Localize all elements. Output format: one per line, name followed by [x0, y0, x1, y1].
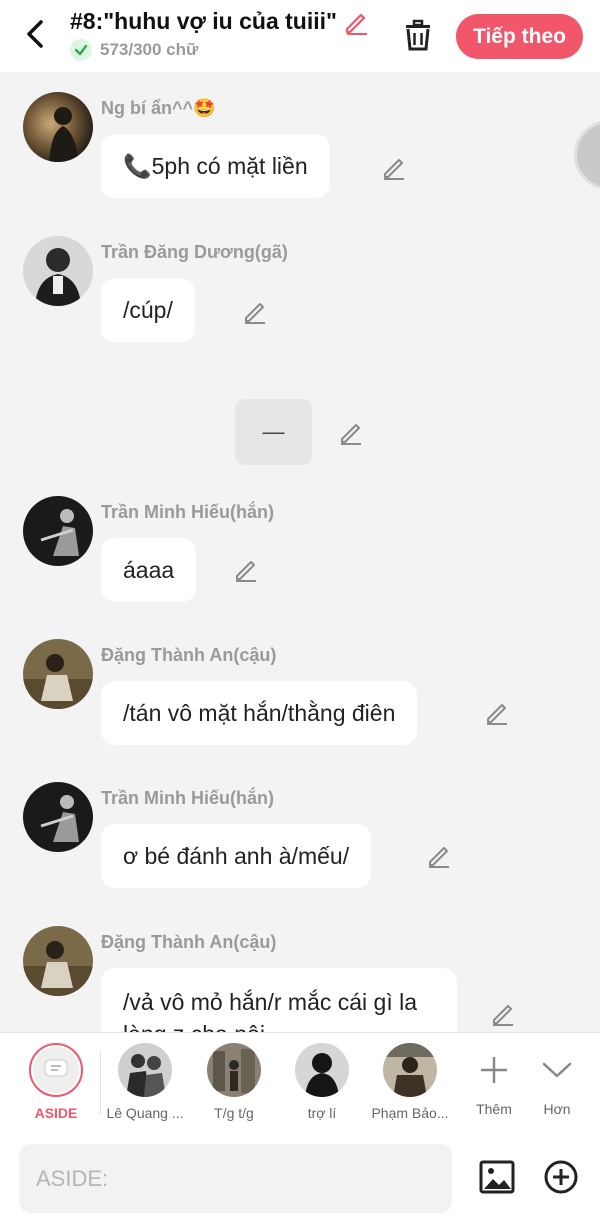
image-icon[interactable]: [479, 1160, 515, 1194]
character-le-quang[interactable]: Lê Quang ...: [102, 1043, 188, 1121]
character-label: trợ lí: [307, 1105, 337, 1121]
plus-icon: [467, 1043, 521, 1097]
character-label: Phạm Bảo...: [371, 1105, 449, 1121]
expand-label: Hơn: [543, 1101, 571, 1117]
avatar-duong[interactable]: [23, 236, 93, 306]
word-count: 573/300 chữ: [100, 40, 199, 59]
title-block: #8:"huhu vợ iu của tuiii" 573/300 chữ: [70, 8, 380, 61]
chevron-down-icon: [530, 1043, 584, 1097]
character-bar: ASIDE Lê Quang ... T/g t/g trợ lí Phạm B…: [0, 1032, 600, 1135]
avatar-an[interactable]: [23, 926, 93, 996]
divider: [100, 1051, 101, 1115]
edit-message-icon[interactable]: [242, 298, 268, 324]
edit-message-icon[interactable]: [233, 556, 259, 582]
expand-button[interactable]: Hơn: [514, 1043, 600, 1117]
avatar-hieu[interactable]: [23, 782, 93, 852]
header-bar: #8:"huhu vợ iu của tuiii" 573/300 chữ Ti…: [0, 0, 600, 72]
chapter-title: #8:"huhu vợ iu của tuiii": [70, 8, 337, 34]
message-bubble[interactable]: /cúp/: [101, 278, 195, 342]
edit-title-icon[interactable]: [343, 9, 369, 35]
chat-area: Ng bí ẩn^^🤩 📞5ph có mặt liền Trần Đăng D…: [0, 72, 600, 1032]
avatar: [295, 1043, 349, 1097]
character-tg[interactable]: T/g t/g: [191, 1043, 277, 1121]
message-bubble[interactable]: /vả vô mỏ hắn/r mắc cái gì la làng z cha…: [101, 968, 457, 1032]
sender-name: Trần Đăng Dương(gã): [101, 242, 288, 262]
character-tro-li[interactable]: trợ lí: [279, 1043, 365, 1121]
avatar-an[interactable]: [23, 639, 93, 709]
aside-avatar: [29, 1043, 83, 1097]
edit-message-icon[interactable]: [490, 1000, 516, 1026]
sender-name: Ng bí ẩn^^🤩: [101, 98, 216, 118]
edit-message-icon[interactable]: [484, 699, 510, 725]
sender-name: Đặng Thành An(cậu): [101, 645, 277, 665]
sender-name: Trần Minh Hiếu(hắn): [101, 788, 274, 808]
character-label: Lê Quang ...: [106, 1105, 184, 1121]
input-bar: [0, 1135, 600, 1223]
trash-icon[interactable]: [402, 18, 434, 52]
avatar: [383, 1043, 437, 1097]
avatar: [118, 1043, 172, 1097]
edit-divider-icon[interactable]: [338, 419, 364, 445]
message-input[interactable]: [19, 1144, 452, 1213]
sender-name: Trần Minh Hiếu(hắn): [101, 502, 274, 522]
avatar-mystery[interactable]: [23, 92, 93, 162]
avatar: [207, 1043, 261, 1097]
message-bubble[interactable]: 📞5ph có mặt liền: [101, 134, 330, 198]
add-circle-icon[interactable]: [543, 1159, 579, 1195]
chat-bubble-icon: [44, 1059, 68, 1077]
edit-message-icon[interactable]: [381, 154, 407, 180]
character-aside[interactable]: ASIDE: [13, 1043, 99, 1121]
character-label: ASIDE: [34, 1105, 78, 1121]
character-label: T/g t/g: [214, 1105, 254, 1121]
back-icon[interactable]: [22, 16, 50, 52]
character-pham-bao[interactable]: Phạm Bảo...: [367, 1043, 453, 1121]
next-button[interactable]: Tiếp theo: [456, 14, 583, 59]
avatar-hieu[interactable]: [23, 496, 93, 566]
message-bubble[interactable]: áaaa: [101, 538, 197, 602]
floating-circle[interactable]: [574, 120, 600, 190]
divider-chip[interactable]: —: [235, 399, 312, 465]
check-icon: [70, 39, 92, 61]
message-bubble[interactable]: ơ bé đánh anh à/mếu/: [101, 824, 372, 888]
edit-message-icon[interactable]: [426, 842, 452, 868]
sender-name: Đặng Thành An(cậu): [101, 932, 277, 952]
message-bubble[interactable]: /tán vô mặt hắn/thằng điên: [101, 681, 418, 745]
